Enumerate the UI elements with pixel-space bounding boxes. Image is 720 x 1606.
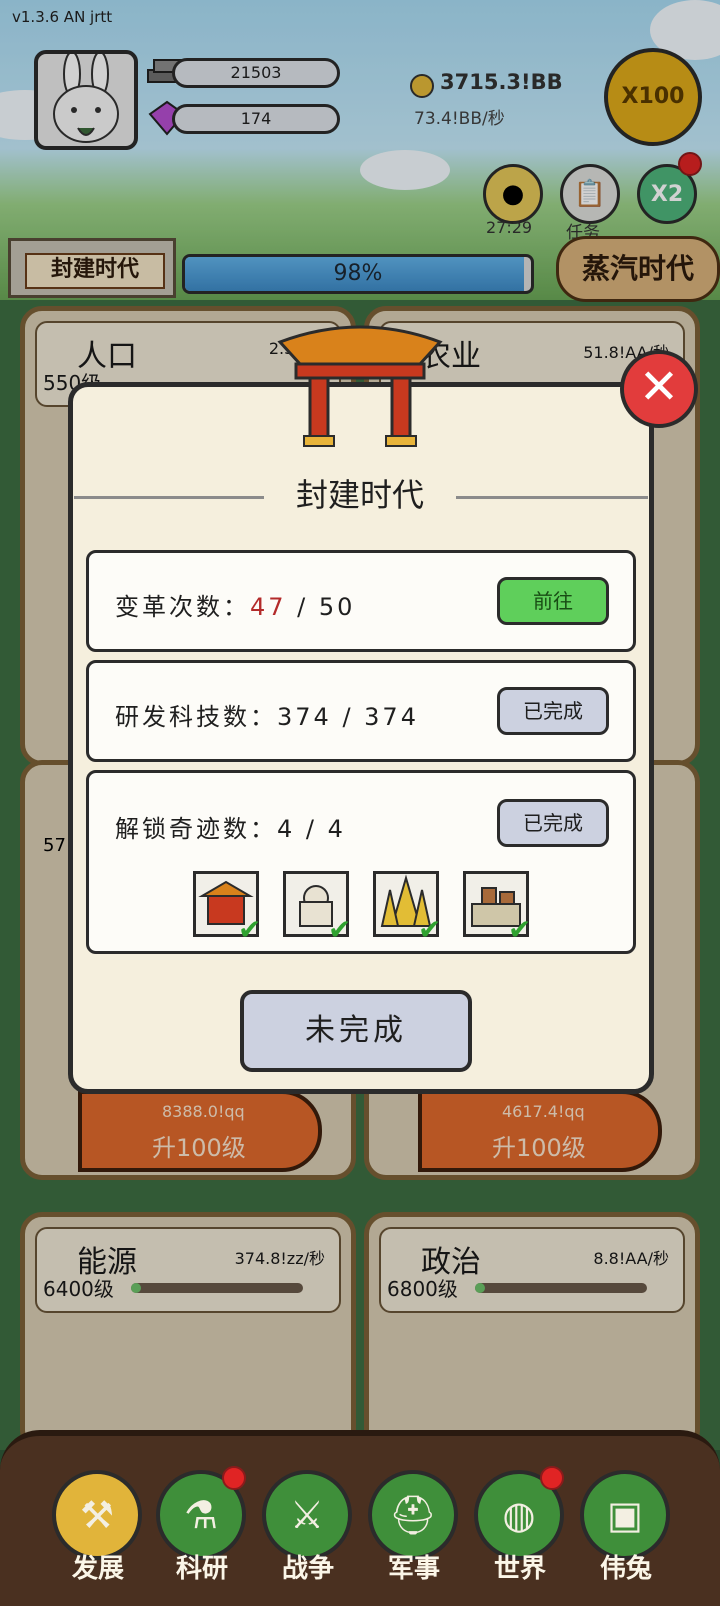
- close-icon: ✕: [638, 359, 680, 415]
- nav-great-rabbit-label: 伟兔: [599, 1554, 652, 1584]
- nav-war-label: 战争: [281, 1554, 334, 1584]
- nav-world-label: 世界: [493, 1554, 546, 1584]
- reform-count-label: 变革次数：47 / 50: [115, 593, 356, 621]
- helmet-icon: ⛑: [388, 1492, 438, 1537]
- wonder-count-row: 解锁奇迹数：4 / 4 已完成 ✔ ✔ ✔ ✔: [86, 770, 636, 954]
- reform-count-separator: /: [286, 593, 319, 621]
- close-button[interactable]: ✕: [620, 350, 698, 428]
- nav-research-label: 科研: [175, 1554, 228, 1584]
- check-icon: ✔: [328, 913, 352, 946]
- nav-develop-label: 发展: [71, 1554, 124, 1584]
- great-wall-icon[interactable]: ✔: [463, 871, 531, 944]
- reform-count-current: 47: [250, 593, 287, 621]
- check-icon: ✔: [508, 913, 532, 946]
- nav-develop-button[interactable]: ⚒: [52, 1470, 142, 1560]
- check-icon: ✔: [418, 913, 442, 946]
- tech-count-label: 研发科技数：374 / 374: [115, 703, 419, 731]
- wonder-count-value: 4 / 4: [277, 815, 346, 843]
- crossed-swords-icon: ⚔: [289, 1493, 325, 1537]
- reform-count-total: 50: [318, 593, 356, 621]
- notification-dot: [222, 1466, 246, 1490]
- nav-military-button[interactable]: ⛑: [368, 1470, 458, 1560]
- tech-completed-button[interactable]: 已完成: [497, 687, 609, 735]
- tech-count-row: 研发科技数：374 / 374 已完成: [86, 660, 636, 762]
- nav-military-label: 军事: [387, 1554, 440, 1584]
- globe-icon: ◍: [502, 1493, 536, 1537]
- flask-icon: ⚗: [183, 1493, 219, 1537]
- go-button[interactable]: 前往: [497, 577, 609, 625]
- wonder-count-label: 解锁奇迹数：4 / 4: [115, 815, 346, 843]
- reform-count-row: 变革次数：47 / 50 前往: [86, 550, 636, 652]
- wonder-completed-button[interactable]: 已完成: [497, 799, 609, 847]
- notification-dot: [540, 1466, 564, 1490]
- nav-war-button[interactable]: ⚔: [262, 1470, 352, 1560]
- taj-mahal-icon[interactable]: ✔: [283, 871, 351, 944]
- hammer-icon: ⚒: [79, 1493, 115, 1537]
- check-icon: ✔: [238, 913, 262, 946]
- palace-icon[interactable]: ✔: [193, 871, 261, 944]
- golden-pagoda-icon[interactable]: ✔: [373, 871, 441, 944]
- portrait-icon: ▣: [607, 1493, 643, 1537]
- incomplete-button[interactable]: 未完成: [240, 990, 472, 1072]
- tech-count-value: 374 / 374: [277, 703, 419, 731]
- nav-great-rabbit-button[interactable]: ▣: [580, 1470, 670, 1560]
- modal-title: 封建时代: [295, 476, 424, 514]
- pavilion-gate-icon: [270, 312, 450, 452]
